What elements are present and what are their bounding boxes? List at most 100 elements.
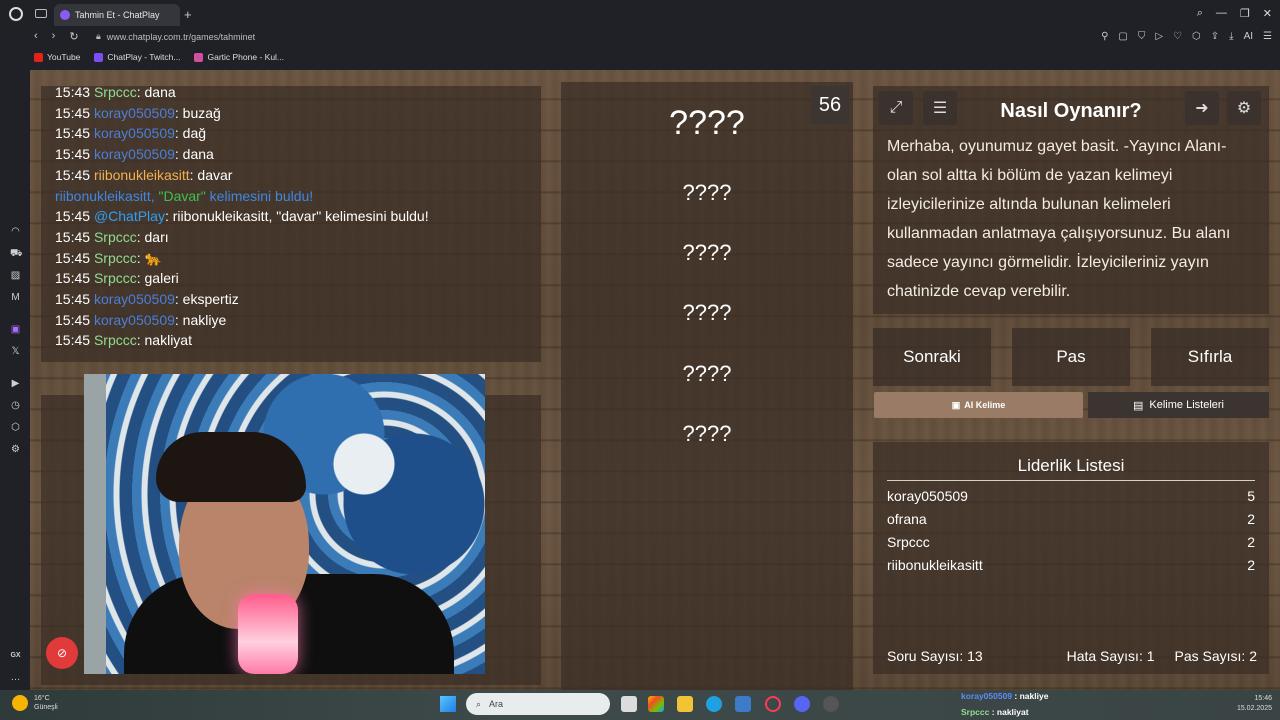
file-explorer-icon[interactable] [677, 696, 693, 712]
clock[interactable]: 15:46 15.02.2025 [1237, 694, 1272, 714]
address-bar[interactable]: 🔒︎ www.chatplay.com.tr/games/tahminet [96, 31, 255, 42]
edge-icon[interactable] [706, 696, 722, 712]
settings-side-icon[interactable]: ⚙ [10, 444, 21, 455]
streamer-hair [156, 432, 306, 502]
back-icon[interactable]: ‹ [34, 30, 38, 43]
play-icon[interactable]: ▷ [1155, 31, 1163, 42]
store-icon[interactable] [735, 696, 751, 712]
lock-icon: 🔒︎ [96, 31, 101, 41]
reload-icon[interactable]: ↻ [69, 30, 78, 43]
chatplay-favicon-icon [60, 10, 70, 20]
browser-chrome: Tahmin Et - ChatPlay + ⌕ — ❐ ✕ ‹ › ↻ 🔒︎ … [0, 0, 1280, 70]
chat-time: 15:45 [55, 270, 91, 287]
word-lists-button[interactable]: ▤ Kelime Listeleri [1088, 392, 1269, 418]
chat-message: 15:45 koray050509: nakliye [55, 310, 527, 331]
close-icon[interactable]: ✕ [1263, 7, 1272, 20]
chat-username[interactable]: riibonukleikasitt [94, 167, 190, 183]
pass-button[interactable]: Pas [1012, 328, 1130, 386]
game-stats: Soru Sayısı: 13 Hata Sayısı: 1 Pas Sayıs… [887, 648, 1257, 664]
tab-title: Tahmin Et - ChatPlay [75, 10, 160, 20]
minimize-icon[interactable]: — [1216, 7, 1227, 20]
gallery-icon[interactable]: ▨ [10, 270, 21, 281]
tab-islands-icon[interactable] [35, 9, 47, 18]
opera-logo-icon[interactable] [9, 7, 23, 21]
pin-icon[interactable]: ⚲ [1101, 31, 1108, 42]
chat-notification: koray050509 : nakliye Srpccc : nakliyat [961, 691, 1049, 717]
chat-username[interactable]: Srpccc [94, 250, 137, 266]
url-text: www.chatplay.com.tr/games/tahminet [106, 31, 256, 42]
x-icon[interactable]: 𝕏 [10, 346, 21, 357]
download-icon[interactable]: ⤓ [1229, 31, 1233, 42]
how-to-play-text: Merhaba, oyunumuz gayet basit. -Yayıncı … [887, 138, 1231, 300]
task-view-icon[interactable] [621, 696, 637, 712]
leaderboard-title: Liderlik Listesi [1017, 456, 1125, 475]
search-icon: ⌕ [476, 698, 482, 709]
ai-button[interactable]: AI [1244, 31, 1253, 42]
ai-word-button[interactable]: ▣ AI Kelime [874, 392, 1083, 418]
twitch-icon[interactable]: ▣ [10, 324, 21, 335]
chat-text: : buzağ [174, 104, 221, 121]
main-word: ???? [669, 104, 745, 142]
discord-icon[interactable] [794, 696, 810, 712]
chat-time: 15:45 [55, 104, 91, 121]
start-button[interactable] [440, 696, 456, 712]
chat-text: : 🐆 [136, 249, 162, 266]
how-to-play-panel: ⤢ ☰ ➜ ⚙ Nasıl Oynanır? Merhaba, oyunumuz… [873, 86, 1269, 314]
reset-button[interactable]: Sıfırla [1151, 328, 1269, 386]
weather-widget[interactable]: 16°C Güneşli [12, 694, 58, 712]
more-icon[interactable]: … [10, 672, 21, 683]
extensions-side-icon[interactable]: ⬡ [10, 422, 21, 433]
bookmark-youtube[interactable]: YouTube [34, 52, 80, 62]
aria-icon[interactable]: ◠ [10, 226, 21, 237]
next-button[interactable]: Sonraki [873, 328, 991, 386]
bookmark-gartic[interactable]: Gartic Phone - Kul... [194, 52, 284, 62]
opera-gx-icon[interactable] [765, 696, 781, 712]
chat-time: 15:45 [55, 311, 91, 328]
chat-username[interactable]: @ChatPlay [94, 208, 165, 224]
gx-icon[interactable]: GX [10, 650, 21, 661]
chat-system-text: kelimesini buldu! [205, 187, 314, 204]
extensions-icon[interactable]: ⬡ [1192, 31, 1201, 42]
chat-text: : dana [174, 146, 214, 163]
nav-buttons: ‹ › ↻ [34, 30, 79, 43]
restore-icon[interactable]: ❐ [1240, 7, 1250, 20]
chat-message: 15:45 koray050509: buzağ [55, 103, 527, 124]
record-stop-icon[interactable]: ⊘ [46, 637, 78, 669]
chat-message: 15:43 Srpccc: dana [55, 86, 527, 103]
chat-username[interactable]: koray050509 [94, 125, 175, 141]
chat-username[interactable]: Srpccc [94, 86, 137, 100]
messenger-icon[interactable]: M [10, 292, 21, 303]
copilot-icon[interactable] [648, 696, 664, 712]
chat-username[interactable]: koray050509 [94, 105, 175, 121]
chat-username[interactable]: koray050509 [94, 146, 175, 162]
bookmark-chatplay[interactable]: ChatPlay - Twitch... [94, 52, 180, 62]
chat-username[interactable]: koray050509 [94, 312, 175, 328]
heart-icon[interactable]: ♡ [1173, 31, 1182, 42]
snapshot-icon[interactable]: ▢ [1118, 31, 1127, 42]
menu-icon[interactable]: ☰ [1263, 31, 1272, 42]
forward-icon[interactable]: › [52, 30, 56, 43]
forbidden-word-3: ???? [682, 300, 732, 325]
new-tab-button[interactable]: + [184, 7, 192, 22]
player-icon[interactable]: ▶ [10, 378, 21, 389]
how-to-play-title: Nasıl Oynanır? [1000, 100, 1142, 122]
chat-time: 15:45 [55, 291, 91, 308]
leaderboard-row: koray050509 5 [887, 488, 1255, 504]
chat-username[interactable]: koray050509 [94, 291, 175, 307]
search-tabs-icon[interactable]: ⌕ [1197, 7, 1203, 20]
chat-username[interactable]: Srpccc [94, 229, 137, 245]
chat-time: 15:45 [55, 166, 91, 183]
chat-panel: 15:43 Srpccc: dana 15:45 koray050509: buz… [41, 86, 541, 362]
chat-username[interactable]: Srpccc [94, 270, 137, 286]
webcam-feed [84, 374, 485, 674]
chat-time: 15:45 [55, 249, 91, 266]
tab-active[interactable]: Tahmin Et - ChatPlay [54, 4, 180, 26]
share-icon[interactable]: ⇪ [1211, 31, 1219, 42]
bag-icon[interactable]: ⛟ [10, 248, 23, 259]
chat-username[interactable]: Srpccc [94, 332, 137, 348]
window-controls: ⌕ — ❐ ✕ [1197, 7, 1272, 20]
shield-icon[interactable]: ⛉ [1138, 31, 1146, 42]
history-icon[interactable]: ◷ [10, 400, 21, 411]
taskbar-search[interactable]: ⌕ Ara [466, 693, 610, 715]
obs-icon[interactable] [823, 696, 839, 712]
